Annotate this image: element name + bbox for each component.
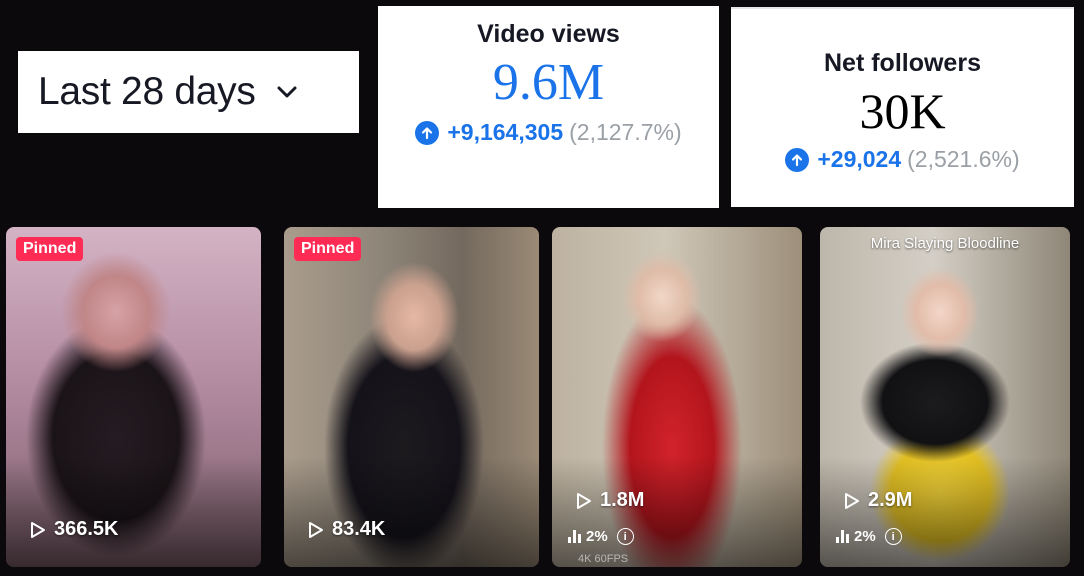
play-icon xyxy=(576,492,592,510)
bar-chart-icon xyxy=(568,530,581,543)
pinned-badge: Pinned xyxy=(16,237,84,261)
video-views-card[interactable]: Video views 9.6M +9,164,305 (2,127.7%) xyxy=(378,6,719,208)
video-view-count: 2.9M xyxy=(844,489,912,512)
play-icon xyxy=(308,521,324,539)
engagement-rate: 2% xyxy=(586,528,608,545)
video-caption: Mira Slaying Bloodline xyxy=(870,235,1020,252)
arrow-up-icon xyxy=(785,147,810,172)
net-followers-value: 30K xyxy=(859,83,946,139)
date-range-dropdown[interactable]: Last 28 days xyxy=(18,51,359,133)
video-views-delta-value: +9,164,305 xyxy=(447,119,564,145)
net-followers-delta-percent: (2,521.6%) xyxy=(907,146,1020,172)
info-icon[interactable]: i xyxy=(884,528,902,545)
video-views-title: Video views xyxy=(477,20,620,48)
net-followers-title: Net followers xyxy=(824,49,981,77)
net-followers-card[interactable]: Net followers 30K +29,024 (2,521.6%) xyxy=(731,7,1074,207)
info-icon[interactable]: i xyxy=(616,528,634,545)
play-icon xyxy=(844,492,860,510)
video-view-count: 83.4K xyxy=(308,518,385,541)
net-followers-delta-value: +29,024 xyxy=(817,146,902,172)
video-thumbnail[interactable]: Pinned 83.4K xyxy=(284,227,539,567)
date-range-label: Last 28 days xyxy=(38,70,256,113)
view-count-text: 2.9M xyxy=(868,489,913,511)
video-overlay-text: 4K 60FPS xyxy=(578,553,629,565)
video-view-count: 1.8M xyxy=(576,489,644,512)
video-view-count: 366.5K xyxy=(30,518,119,541)
engagement-rate: 2% xyxy=(854,528,876,545)
arrow-up-icon xyxy=(415,120,440,145)
video-thumbnail[interactable]: Pinned 366.5K xyxy=(6,227,261,567)
engagement-stat: 2% i xyxy=(836,528,902,545)
chevron-down-icon xyxy=(274,79,300,105)
video-thumbnail[interactable]: 1.8M 2% i 4K 60FPS xyxy=(552,227,802,567)
view-count-text: 366.5K xyxy=(54,518,119,540)
view-count-text: 1.8M xyxy=(600,489,645,511)
view-count-text: 83.4K xyxy=(332,518,386,540)
net-followers-delta: +29,024 (2,521.6%) xyxy=(731,146,1074,173)
engagement-stat: 2% i xyxy=(568,528,634,545)
video-views-delta-percent: (2,127.7%) xyxy=(569,119,682,145)
video-thumbnail[interactable]: Mira Slaying Bloodline 2.9M 2% i xyxy=(820,227,1070,567)
video-views-value: 9.6M xyxy=(492,54,605,111)
bar-chart-icon xyxy=(836,530,849,543)
play-icon xyxy=(30,521,46,539)
pinned-badge: Pinned xyxy=(294,237,362,261)
video-views-delta: +9,164,305 (2,127.7%) xyxy=(378,119,719,146)
